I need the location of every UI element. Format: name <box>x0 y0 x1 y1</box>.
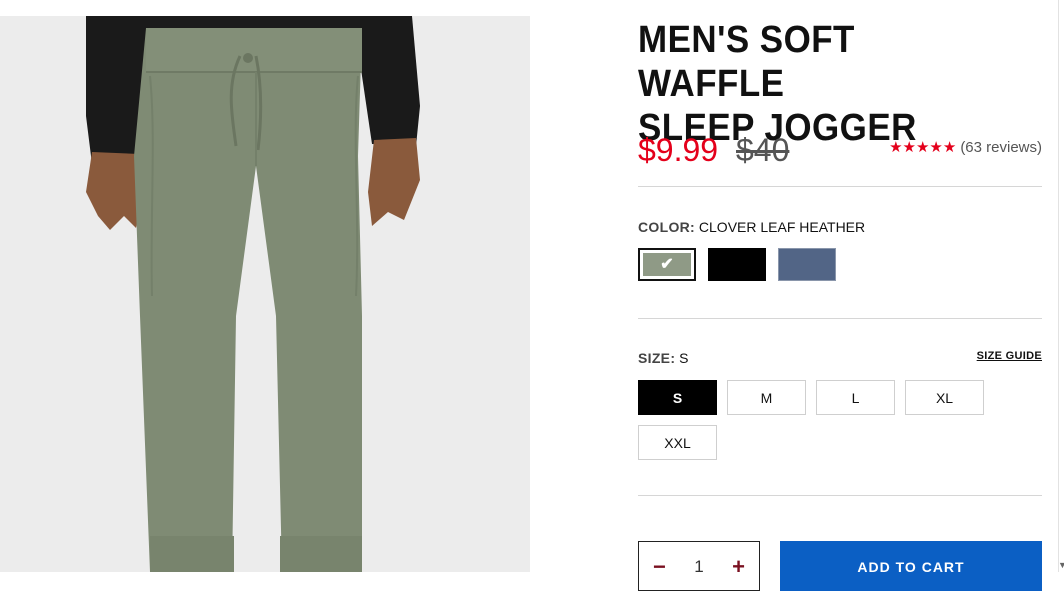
size-label-row: SIZE: S <box>638 350 689 366</box>
color-selected-value: CLOVER LEAF HEATHER <box>698 219 866 235</box>
size-selected-value: S <box>679 350 689 366</box>
add-to-cart-button[interactable]: ADD TO CART <box>780 541 1042 591</box>
size-option-xl[interactable]: XL <box>905 380 984 415</box>
size-option-xxl[interactable]: XXL <box>638 425 717 460</box>
size-option-l[interactable]: L <box>816 380 895 415</box>
size-option-m[interactable]: M <box>727 380 806 415</box>
quantity-stepper[interactable]: − 1 + <box>638 541 760 591</box>
color-swatch-black[interactable] <box>708 248 766 281</box>
star-rating-icon: ★★★★★ <box>889 139 957 156</box>
size-label: SIZE: <box>638 350 676 366</box>
sale-price: $9.99 <box>638 132 719 168</box>
plus-icon[interactable]: + <box>732 554 745 580</box>
divider <box>638 495 1042 496</box>
rating[interactable]: ★★★★★ (63 reviews) <box>889 138 1042 157</box>
product-image[interactable] <box>0 16 530 572</box>
size-option-s[interactable]: S <box>638 380 717 415</box>
review-count[interactable]: (63 reviews) <box>960 139 1042 156</box>
price-row: $9.99 $40 ★★★★★ (63 reviews) <box>638 128 1042 172</box>
color-swatch-blue[interactable] <box>778 248 836 281</box>
scrollbar-track[interactable] <box>1058 0 1059 572</box>
divider <box>638 318 1042 319</box>
checkmark-icon: ✔ <box>660 255 674 273</box>
title-line-1: MEN'S SOFT WAFFLE <box>638 19 855 105</box>
scroll-down-icon[interactable]: ▼ <box>1058 560 1064 570</box>
color-label-row: COLOR: CLOVER LEAF HEATHER <box>638 219 865 235</box>
color-swatch-clover-leaf-heather[interactable]: ✔ <box>638 248 696 281</box>
divider <box>638 186 1042 187</box>
product-photo <box>0 16 530 572</box>
size-guide-link[interactable]: SIZE GUIDE <box>977 350 1042 362</box>
original-price: $40 <box>736 132 790 168</box>
color-label: COLOR: <box>638 219 696 235</box>
